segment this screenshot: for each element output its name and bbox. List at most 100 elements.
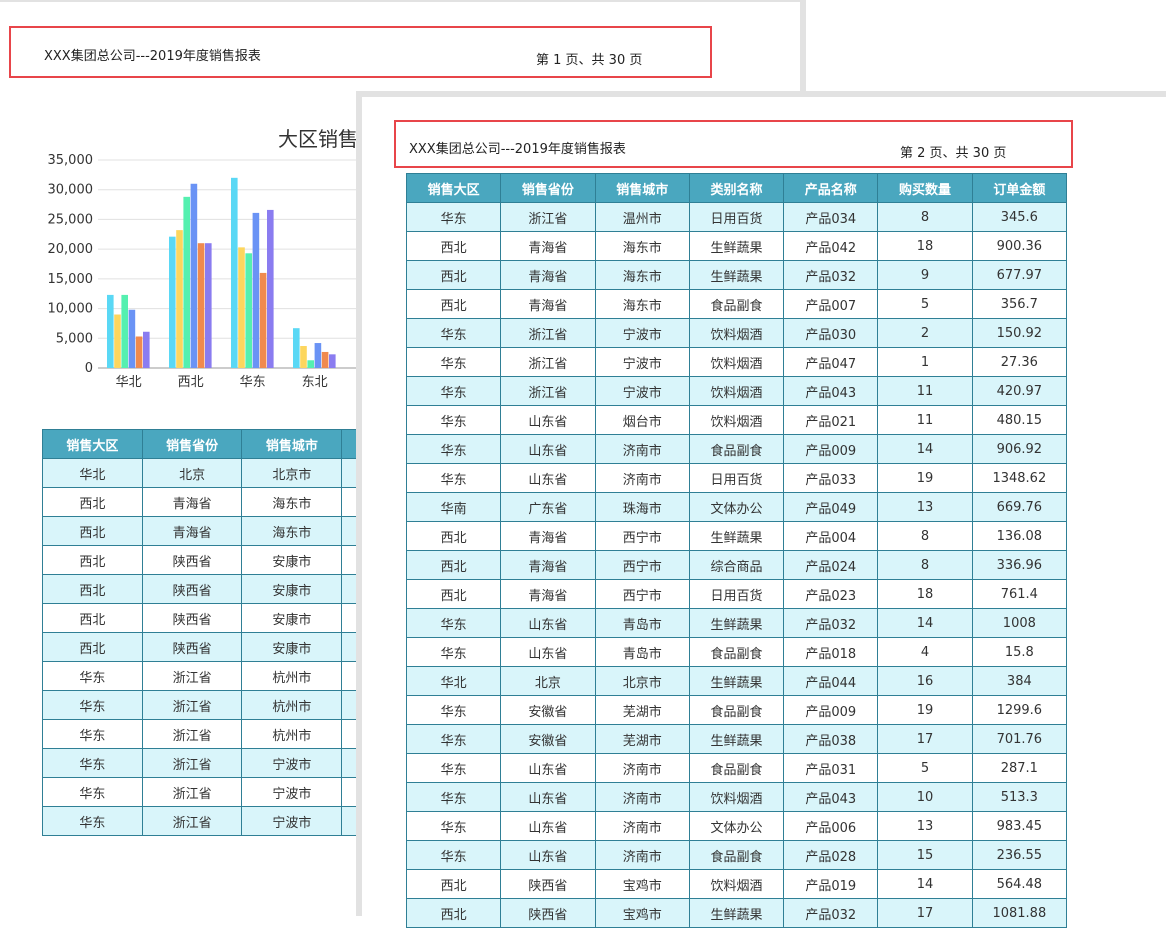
page-2-table-cell: 山东省 [500, 637, 596, 667]
page-2-table-cell: 日用百货 [688, 579, 785, 609]
page-1-table-cell: 青海省 [141, 487, 243, 517]
page-2-table-cell: 青岛市 [594, 608, 690, 638]
page-2-table-cell: 西北 [405, 898, 502, 928]
page-2-table-cell: 宁波市 [594, 376, 690, 406]
page-2-table-cell: 336.96 [971, 550, 1068, 580]
page-2-table-cell: 山东省 [500, 811, 596, 841]
page-2-table-cell: 1348.62 [971, 463, 1068, 493]
page-2-table-cell: 华东 [405, 376, 502, 406]
page-2-table-cell: 900.36 [971, 231, 1068, 261]
page-2-table-cell: 564.48 [971, 869, 1068, 899]
page-2-table-cell: 136.08 [971, 521, 1068, 551]
page-2-table-cell: 华东 [405, 347, 502, 377]
page-1-table-cell: 华东 [42, 661, 143, 691]
page-2-table-cell: 食品副食 [688, 289, 785, 319]
page-2-table-cell: 19 [877, 463, 973, 493]
page-2-table-cell: 生鲜蔬果 [688, 898, 785, 928]
page-2-table-cell: 产品018 [783, 637, 879, 667]
page-2-table-cell: 384 [971, 666, 1068, 696]
page-2-table-cell: 420.97 [971, 376, 1068, 406]
page-2-table-cell: 宁波市 [594, 318, 690, 348]
page-2-table-cell: 701.76 [971, 724, 1068, 754]
page-2-table-cell: 356.7 [971, 289, 1068, 319]
page-1-table-cell: 北京 [141, 458, 243, 488]
page-2-table-cell: 青海省 [500, 579, 596, 609]
page-2-table-cell: 食品副食 [688, 434, 785, 464]
page-1-table-cell: 西北 [42, 545, 143, 575]
page-2-table-cell: 生鲜蔬果 [688, 231, 785, 261]
page-2-table-cell: 产品032 [783, 608, 879, 638]
page-2-table-cell: 513.3 [971, 782, 1068, 812]
page-2-table-cell: 产品028 [783, 840, 879, 870]
page-2-table-cell: 青海省 [500, 231, 596, 261]
page-2-table-cell: 饮料烟酒 [688, 405, 785, 435]
page-2-table-cell: 西北 [405, 579, 502, 609]
page-2-table-cell: 饮料烟酒 [688, 318, 785, 348]
page-2-column-header: 销售城市 [594, 173, 690, 203]
page-2-table-cell: 产品009 [783, 434, 879, 464]
chart-bar [176, 230, 183, 368]
page-2-table-cell: 华东 [405, 840, 502, 870]
page-2-table-cell: 芜湖市 [594, 724, 690, 754]
page-2-table-cell: 8 [877, 521, 973, 551]
page-2-table-cell: 山东省 [500, 782, 596, 812]
page-1-table-cell: 西北 [42, 516, 143, 546]
page-2-table-row: 华东 浙江省 宁波市 饮料烟酒 产品047 1 27.36 [405, 347, 1068, 377]
page-2-table-cell: 济南市 [594, 463, 690, 493]
page-2-table-cell: 150.92 [971, 318, 1068, 348]
page-1-table-cell: 华东 [42, 806, 143, 836]
page-2-table-cell: 安徽省 [500, 695, 596, 725]
page-2-table-cell: 青岛市 [594, 637, 690, 667]
x-category-label: 华北 [116, 375, 142, 390]
page-1-table-cell: 浙江省 [141, 690, 243, 720]
page-2-table-cell: 海东市 [594, 260, 690, 290]
page-2-table-cell: 677.97 [971, 260, 1068, 290]
x-category-label: 华东 [240, 375, 266, 390]
page-2-table-cell: 山东省 [500, 753, 596, 783]
page-2-table-cell: 西北 [405, 521, 502, 551]
page-2-table-cell: 华东 [405, 434, 502, 464]
page-2-table-cell: 产品032 [783, 898, 879, 928]
chart-bar [190, 183, 198, 368]
page-2-table-cell: 761.4 [971, 579, 1068, 609]
page-2-table-cell: 983.45 [971, 811, 1068, 841]
page-2-table-cell: 宝鸡市 [594, 869, 690, 899]
page-2-table-cell: 烟台市 [594, 405, 690, 435]
page-2-table-cell: 产品004 [783, 521, 879, 551]
chart-bar [245, 253, 252, 368]
page-1-table-cell: 陕西省 [141, 545, 243, 575]
page-2-table-cell: 华东 [405, 608, 502, 638]
chart-bar [293, 328, 300, 368]
page-2-table-cell: 产品033 [783, 463, 879, 493]
page-2-table-cell: 济南市 [594, 434, 690, 464]
page-2-table-row: 华北 北京 北京市 生鲜蔬果 产品044 16 384 [405, 666, 1068, 696]
page-1-column-header: 销售大区 [42, 429, 143, 459]
chart-bar [183, 196, 190, 368]
page-2-table-cell: 产品047 [783, 347, 879, 377]
page-2-table-cell: 山东省 [500, 463, 596, 493]
page-1-table-cell: 杭州市 [241, 661, 343, 691]
page-2-table-cell: 10 [877, 782, 973, 812]
page-2-table-cell: 西宁市 [594, 550, 690, 580]
page-2-table-cell: 食品副食 [688, 840, 785, 870]
page-2-table-cell: 产品024 [783, 550, 879, 580]
page-2-table-cell: 浙江省 [500, 347, 596, 377]
page-2-table-cell: 华东 [405, 637, 502, 667]
page-1-table-cell: 陕西省 [141, 574, 243, 604]
page-1-table-cell: 安康市 [241, 603, 343, 633]
page-2-table-cell: 1081.88 [971, 898, 1068, 928]
page-2-table-cell: 文体办公 [688, 811, 785, 841]
page-2-table-row: 华东 山东省 济南市 日用百货 产品033 19 1348.62 [405, 463, 1068, 493]
chart-bar [267, 209, 274, 368]
page-2-table-cell: 华东 [405, 753, 502, 783]
page-2-table-cell: 华南 [405, 492, 502, 522]
page-2-table-cell: 产品049 [783, 492, 879, 522]
page-2-table-cell: 产品032 [783, 260, 879, 290]
page-2-table-row: 西北 陕西省 宝鸡市 饮料烟酒 产品019 14 564.48 [405, 869, 1068, 899]
page-2-table-cell: 济南市 [594, 811, 690, 841]
page-2-table-cell: 宝鸡市 [594, 898, 690, 928]
page-2-table-row: 西北 青海省 海东市 食品副食 产品007 5 356.7 [405, 289, 1068, 319]
page-2-table-cell: 青海省 [500, 289, 596, 319]
page-2-table-row: 西北 青海省 海东市 生鲜蔬果 产品032 9 677.97 [405, 260, 1068, 290]
page-2-table-cell: 产品021 [783, 405, 879, 435]
